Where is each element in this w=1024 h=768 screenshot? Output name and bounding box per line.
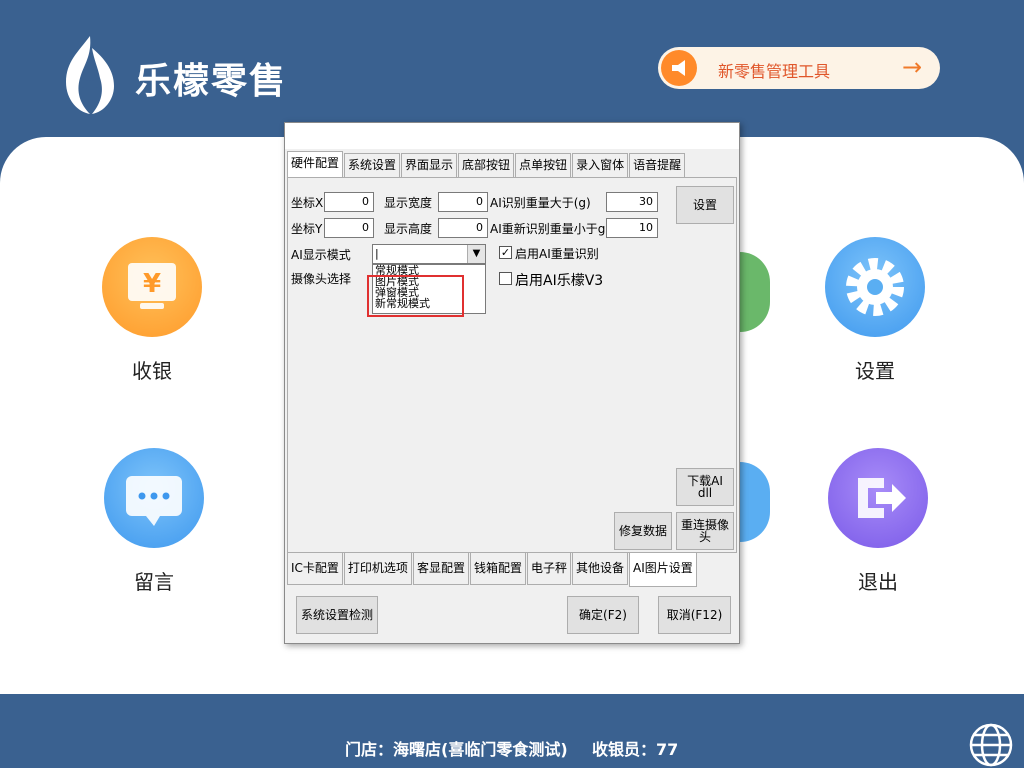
management-tool-label: 新零售管理工具 (718, 62, 831, 81)
tab-scale[interactable]: 电子秤 (526, 553, 571, 585)
tab-ic-card[interactable]: IC卡配置 (287, 553, 343, 585)
arrow-right-icon: → (902, 53, 923, 81)
tab-order-buttons[interactable]: 点单按钮 (515, 153, 572, 177)
height-input[interactable]: 0 (438, 218, 488, 238)
settings-dialog: 硬件配置 系统设置 界面显示 底部按钮 点单按钮 录入窗体 语音提醒 坐标X 0… (284, 122, 740, 644)
enable-ai-weight-checkbox[interactable]: ✓ (499, 246, 512, 259)
bottom-tab-strip: IC卡配置 打印机选项 客显配置 钱箱配置 电子秤 其他设备 AI图片设置 (287, 553, 698, 587)
ai-mode-label: AI显示模式 (291, 248, 351, 262)
brand-name: 乐檬零售 (135, 61, 288, 102)
enable-ai-weight-label: 启用AI重量识别 (515, 247, 599, 261)
tab-printer[interactable]: 打印机选项 (343, 553, 412, 585)
repair-data-button[interactable]: 修复数据 (614, 512, 672, 550)
download-line2: dll (697, 486, 713, 500)
y-input[interactable]: 0 (324, 218, 374, 238)
exit-tile[interactable]: 退出 (828, 448, 928, 595)
ai-settings-panel: 坐标X 0 显示宽度 0 AI识别重量大于(g) 30 坐标Y 0 显示高度 0… (287, 177, 737, 553)
tab-system[interactable]: 系统设置 (344, 153, 401, 177)
reconnect-camera-button[interactable]: 重连摄像 头 (676, 512, 734, 550)
tab-bottom-buttons[interactable]: 底部按钮 (458, 153, 515, 177)
tab-other-devices[interactable]: 其他设备 (571, 553, 628, 585)
message-icon (104, 448, 204, 548)
ai-mode-select[interactable]: | ▼ (372, 244, 486, 264)
y-label: 坐标Y (291, 222, 323, 236)
exit-label: 退出 (858, 570, 898, 594)
ai-mode-value: | (375, 247, 379, 260)
message-label: 留言 (134, 570, 174, 594)
width-input[interactable]: 0 (438, 192, 488, 212)
management-tool-button[interactable]: 新零售管理工具 → (658, 47, 940, 89)
globe-icon[interactable] (968, 722, 1014, 768)
camera-label: 摄像头选择 (291, 272, 352, 286)
message-tile[interactable]: 留言 (104, 448, 204, 595)
dialog-button-bar: 系统设置检测 确定(F2) 取消(F12) (285, 587, 739, 643)
tab-voice-alert[interactable]: 语音提醒 (629, 153, 686, 177)
brand-logo-icon (66, 36, 114, 114)
svg-text:¥: ¥ (143, 269, 161, 299)
x-input[interactable]: 0 (324, 192, 374, 212)
megaphone-icon (661, 50, 697, 86)
x-label: 坐标X (291, 196, 324, 210)
chevron-down-icon[interactable]: ▼ (467, 245, 485, 263)
gear-icon (825, 237, 925, 337)
exit-icon (828, 448, 928, 548)
ai-reweight-input[interactable]: 10 (606, 218, 658, 238)
setting-button[interactable]: 设置 (676, 186, 734, 224)
tab-ai-image[interactable]: AI图片设置 (629, 553, 697, 587)
reconnect-line2: 头 (698, 530, 711, 544)
ai-weight-input[interactable]: 30 (606, 192, 658, 212)
highlight-box (367, 275, 464, 317)
enable-ai-v3-checkbox[interactable] (499, 272, 512, 285)
tab-display[interactable]: 界面显示 (401, 153, 458, 177)
ai-weight-label: AI识别重量大于(g) (490, 196, 591, 210)
download-ai-dll-button[interactable]: 下载AI dll (676, 468, 734, 506)
cashier-tile[interactable]: ¥ 收银 (102, 237, 202, 384)
cashier-info: 收银员：77 (592, 740, 679, 759)
ok-button[interactable]: 确定(F2) (567, 596, 639, 634)
settings-label: 设置 (855, 359, 895, 383)
footer-bar: 门店：海曙店(喜临门零食测试) 收银员：77 (0, 694, 1024, 768)
settings-tile[interactable]: 设置 (825, 237, 925, 384)
tab-hardware[interactable]: 硬件配置 (287, 151, 344, 177)
system-check-button[interactable]: 系统设置检测 (296, 596, 378, 634)
enable-ai-v3-label: 启用AI乐檬V3 (515, 273, 604, 289)
tab-customer-display[interactable]: 客显配置 (412, 553, 469, 585)
ai-reweight-label: AI重新识别重量小于g (490, 222, 606, 236)
cashier-icon: ¥ (102, 237, 202, 337)
top-tab-strip: 硬件配置 系统设置 界面显示 底部按钮 点单按钮 录入窗体 语音提醒 (287, 151, 686, 177)
width-label: 显示宽度 (384, 196, 433, 210)
tab-cash-drawer[interactable]: 钱箱配置 (469, 553, 526, 585)
dialog-title-area (285, 123, 739, 149)
cancel-button[interactable]: 取消(F12) (658, 596, 731, 634)
cashier-label: 收银 (132, 359, 172, 383)
height-label: 显示高度 (384, 222, 433, 236)
tab-input-window[interactable]: 录入窗体 (572, 153, 629, 177)
store-info: 门店：海曙店(喜临门零食测试) (345, 740, 568, 759)
